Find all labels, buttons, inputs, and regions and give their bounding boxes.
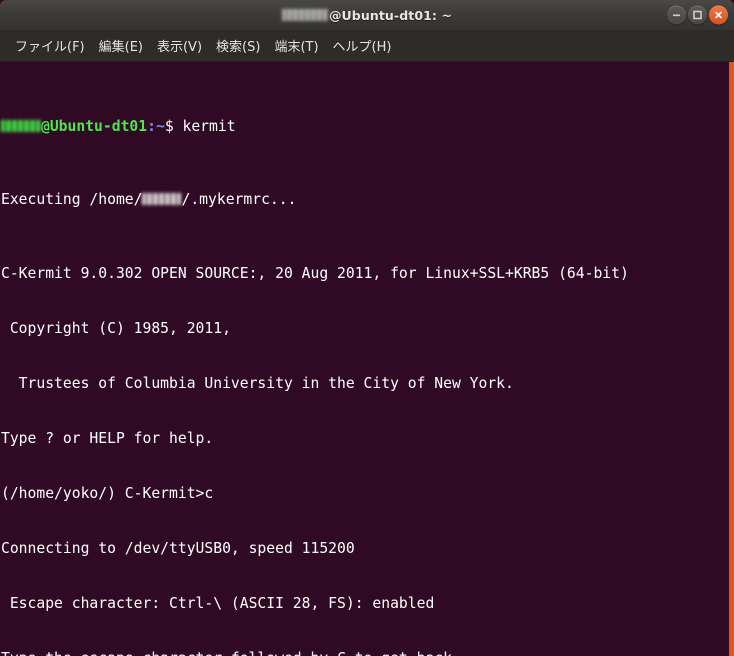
redacted-username-path [142,193,182,206]
window-controls [667,5,728,25]
menu-item-view[interactable]: 表示(V) [150,33,209,58]
redacted-username-title [281,9,328,21]
menu-item-file[interactable]: ファイル(F) [8,33,92,58]
terminal-line: Escape character: Ctrl-\ (ASCII 28, FS):… [1,594,435,612]
terminal-line: Copyright (C) 1985, 2011, [1,319,231,337]
redacted-username-prompt [1,120,41,133]
maximize-button[interactable] [688,5,707,25]
terminal-line-kermit-prompt: (/home/yoko/) C-Kermit>c [1,484,214,502]
maximize-icon [693,10,702,20]
prompt-path: :~ [147,118,165,136]
terminal-line: Type the escape character followed by C … [1,650,729,656]
terminal-output-area[interactable]: @Ubuntu-dt01:~$ kermit Executing /home/ /… [0,62,734,656]
menu-bar: ファイル(F) 編集(E) 表示(V) 検索(S) 端末(T) ヘルプ(H) [0,30,734,62]
terminal-line-executing: Executing /home/ /.mykermrc... [1,191,729,209]
terminal-prompt-line: @Ubuntu-dt01:~$ kermit [1,118,729,136]
prompt-host: @Ubuntu-dt01 [41,118,148,136]
prompt-sigil: $ [164,118,174,136]
menu-item-search[interactable]: 検索(S) [209,33,267,58]
close-icon [715,11,722,19]
menu-item-terminal[interactable]: 端末(T) [267,33,325,58]
terminal-text: @Ubuntu-dt01:~$ kermit Executing /home/ /… [1,63,729,656]
menu-item-help[interactable]: ヘルプ(H) [326,33,399,58]
menu-item-edit[interactable]: 編集(E) [92,33,150,58]
terminal-window: @Ubuntu-dt01: ~ ファイル(F) 編集(E) 表示(V) 検索(S… [0,0,734,656]
close-button[interactable] [709,5,728,25]
window-title: @Ubuntu-dt01: ~ [281,7,453,23]
prompt-command: kermit [173,118,236,136]
terminal-line-executing-pre: Executing /home/ [1,191,143,209]
terminal-line: Connecting to /dev/ttyUSB0, speed 115200 [1,539,355,557]
minimize-icon [673,14,680,17]
terminal-line: Type ? or HELP for help. [1,429,214,447]
terminal-line: Trustees of Columbia University in the C… [1,374,514,392]
window-title-text: @Ubuntu-dt01: ~ [328,7,453,23]
minimize-button[interactable] [667,5,686,25]
terminal-line: C-Kermit 9.0.302 OPEN SOURCE:, 20 Aug 20… [1,264,629,282]
title-bar[interactable]: @Ubuntu-dt01: ~ [0,0,734,30]
terminal-line-executing-post: /.mykermrc... [181,191,297,209]
